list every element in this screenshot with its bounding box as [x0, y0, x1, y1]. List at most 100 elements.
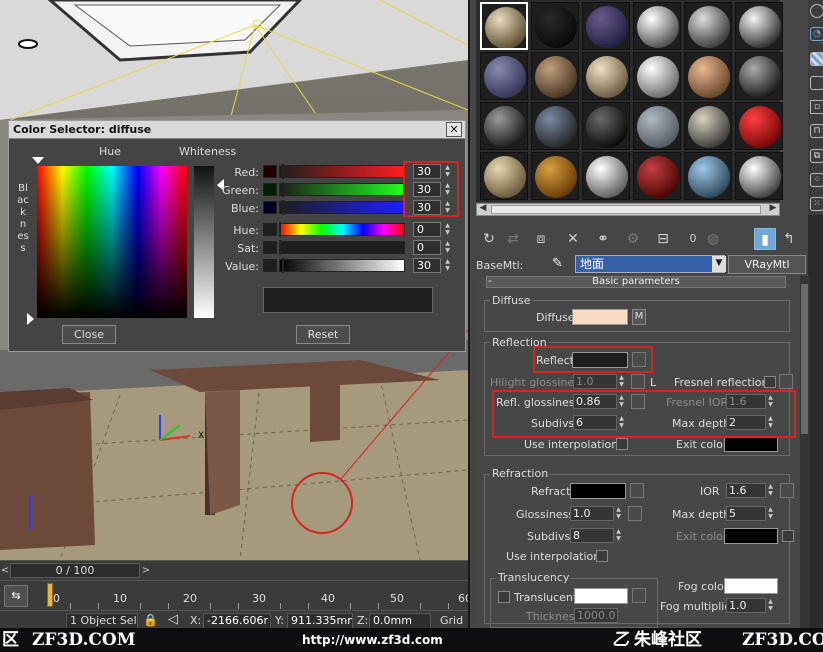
red-slider[interactable]	[279, 165, 405, 178]
material-slot[interactable]	[531, 2, 579, 50]
material-slot[interactable]	[735, 2, 783, 50]
go-parent-icon[interactable]: ↰	[778, 228, 800, 250]
key-mode-icon[interactable]: ⇆	[4, 585, 28, 607]
material-slot[interactable]	[633, 2, 681, 50]
sat-slider[interactable]	[279, 241, 405, 254]
hilight-glossiness-field[interactable]: 1.0	[573, 374, 617, 389]
rollout-title-bar[interactable]: Basic parameters	[486, 276, 786, 288]
material-slot[interactable]	[531, 102, 579, 150]
material-slot[interactable]	[480, 102, 528, 150]
background-icon[interactable]	[810, 52, 823, 66]
material-navigator-icon[interactable]: ⁙	[810, 197, 823, 211]
scroll-left-arrow[interactable]: ◀	[477, 203, 489, 214]
material-slot[interactable]	[480, 2, 528, 50]
refraction-subdivs-field[interactable]: 8	[570, 528, 614, 543]
hue-slider[interactable]	[279, 223, 405, 236]
material-slot[interactable]	[480, 152, 528, 200]
hue-field[interactable]: 0	[413, 222, 441, 237]
make-preview-icon[interactable]: ⊓	[810, 124, 823, 138]
show-map-icon[interactable]: ◍	[702, 228, 724, 250]
material-id-icon[interactable]: ⊟	[652, 228, 674, 250]
material-slot[interactable]	[582, 52, 630, 100]
refraction-max-depth-spinner[interactable]: ▲ ▼	[766, 506, 775, 521]
material-slot[interactable]	[735, 102, 783, 150]
time-slider[interactable]: 0 / 100	[10, 563, 140, 578]
diffuse-map-button[interactable]: M	[632, 309, 646, 325]
uv-tiling-icon[interactable]	[810, 76, 823, 90]
close-button[interactable]: Close	[62, 325, 116, 344]
sat-spinner[interactable]: ▲ ▼	[443, 240, 452, 255]
material-name-field[interactable]: 地面	[575, 255, 725, 273]
refraction-glossiness-field[interactable]: 1.0	[570, 506, 614, 521]
absolute-mode-icon[interactable]: ◁	[168, 612, 178, 627]
material-slot[interactable]	[531, 52, 579, 100]
material-slot[interactable]	[531, 152, 579, 200]
material-slot[interactable]	[684, 52, 732, 100]
material-slot[interactable]	[582, 2, 630, 50]
backlight-icon[interactable]: ◔	[810, 27, 823, 41]
material-slot[interactable]	[684, 2, 732, 50]
material-type-button[interactable]: VRayMtl	[728, 255, 806, 274]
close-icon[interactable]: ✕	[446, 122, 462, 137]
slot-horizontal-scrollbar[interactable]: ◀ ▶	[476, 203, 780, 216]
params-scrollbar[interactable]	[800, 276, 810, 628]
z-coord-field[interactable]: 0.0mm	[369, 613, 431, 629]
rollout-toggle[interactable]: -	[488, 274, 492, 287]
dialog-titlebar[interactable]: Color Selector: diffuse ✕	[9, 121, 465, 139]
video-check-icon[interactable]: ▫	[810, 100, 823, 114]
blue-slider-handle[interactable]	[282, 200, 284, 215]
lock-selection-icon[interactable]: 🔒	[143, 613, 158, 627]
material-slot[interactable]	[684, 102, 732, 150]
refraction-max-depth-field[interactable]: 5	[726, 506, 766, 521]
sample-type-icon[interactable]	[810, 4, 823, 18]
translucent-checkbox[interactable]	[498, 591, 510, 603]
refraction-exit-color-checkbox[interactable]	[782, 530, 794, 542]
x-coord-field[interactable]: -2166.606r	[203, 613, 271, 629]
track-bar[interactable]: ⇆ 0 10 20 30 40 50 60	[0, 580, 472, 610]
translucent-color-swatch[interactable]	[574, 588, 628, 604]
red-slider-handle[interactable]	[282, 164, 284, 179]
material-slot[interactable]	[633, 152, 681, 200]
green-slider-handle[interactable]	[282, 182, 284, 197]
put-library-icon[interactable]: ⚙	[622, 228, 644, 250]
ior-map-button[interactable]	[780, 483, 794, 498]
assign-icon[interactable]: ⧈	[530, 228, 552, 250]
material-slot[interactable]	[480, 52, 528, 100]
scroll-right-arrow[interactable]: ▶	[767, 203, 779, 214]
reset-button[interactable]: Reset	[296, 325, 350, 344]
chevron-down-icon[interactable]: ▼	[712, 256, 726, 272]
fog-multiplier-spinner[interactable]: ▲ ▼	[766, 598, 775, 613]
sat-slider-handle[interactable]	[279, 240, 281, 255]
blue-slider[interactable]	[279, 201, 405, 214]
thickness-field[interactable]: 1000.0	[574, 608, 618, 623]
material-slot[interactable]	[582, 152, 630, 200]
reflection-exit-color-swatch[interactable]	[724, 436, 778, 452]
hue-spinner[interactable]: ▲ ▼	[443, 222, 452, 237]
hue-blackness-picker[interactable]	[37, 166, 187, 318]
hue-marker[interactable]	[32, 157, 44, 164]
refraction-glossiness-spinner[interactable]: ▲ ▼	[614, 506, 623, 521]
value-slider[interactable]	[279, 259, 405, 272]
refraction-use-interp-checkbox[interactable]	[596, 550, 608, 562]
translucent-map-button[interactable]	[632, 588, 646, 603]
refraction-subdivs-spinner[interactable]: ▲ ▼	[614, 528, 623, 543]
material-slot[interactable]	[582, 102, 630, 150]
refract-color-swatch[interactable]	[570, 483, 626, 499]
get-material-icon[interactable]: ↻	[478, 228, 500, 250]
refraction-exit-color-swatch[interactable]	[724, 528, 778, 544]
hue-slider-handle[interactable]	[279, 222, 281, 237]
material-slot[interactable]	[633, 102, 681, 150]
blackness-marker[interactable]	[27, 313, 34, 325]
whiteness-bar[interactable]	[194, 166, 214, 318]
ior-field[interactable]: 1.6	[726, 483, 766, 498]
slider-next-arrow[interactable]: >	[140, 563, 152, 578]
material-slot[interactable]	[684, 152, 732, 200]
fresnel-lock-button[interactable]	[779, 374, 793, 389]
select-by-material-icon[interactable]: ⁘	[810, 173, 823, 187]
material-slot[interactable]	[735, 152, 783, 200]
ior-spinner[interactable]: ▲ ▼	[766, 483, 775, 498]
scroll-thumb[interactable]	[491, 205, 761, 214]
sat-field[interactable]: 0	[413, 240, 441, 255]
fog-color-swatch[interactable]	[724, 578, 778, 594]
refraction-glossiness-map-button[interactable]	[628, 506, 642, 521]
